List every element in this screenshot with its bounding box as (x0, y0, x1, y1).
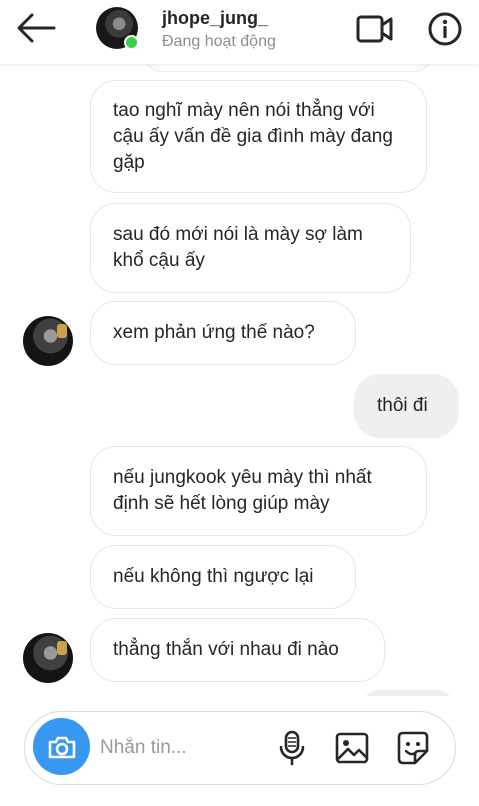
message-bubble[interactable]: nếu không thì ngược lại (90, 545, 356, 609)
message-list[interactable]: tao nghĩ mày nên nói thẳng với cậu ấy vấ… (0, 0, 479, 806)
sticker-button[interactable] (395, 729, 431, 767)
message-text: sau đó mới nói là mày sợ làm khổ cậu ấy (113, 224, 363, 271)
online-status-dot (124, 35, 139, 50)
sender-avatar[interactable] (23, 316, 73, 366)
message-bubble[interactable]: xem phản ứng thế nào? (90, 301, 356, 365)
message-input[interactable] (100, 733, 265, 763)
message-bubble[interactable]: sau đó mới nói là mày sợ làm khổ cậu ấy (90, 203, 411, 293)
message-text: xem phản ứng thế nào? (113, 322, 315, 343)
message-text: nếu không thì ngược lại (113, 566, 314, 587)
message-text: thẳng thắn với nhau đi nào (113, 639, 339, 660)
info-icon (428, 12, 462, 46)
contact-username[interactable]: jhope_jung_ (162, 8, 268, 29)
message-bubble[interactable]: tao nghĩ mày nên nói thẳng với cậu ấy vấ… (90, 80, 427, 193)
image-icon (335, 732, 369, 764)
message-text: nếu jungkook yêu mày thì nhất định sẽ hế… (113, 467, 372, 514)
sender-avatar[interactable] (23, 633, 73, 683)
message-text: thôi đi (377, 395, 428, 416)
video-call-button[interactable] (355, 13, 395, 45)
dm-chat-screen: tao nghĩ mày nên nói thẳng với cậu ấy vấ… (0, 0, 479, 806)
back-arrow-icon (17, 13, 56, 43)
sent-message-bubble[interactable]: thôi đi (354, 374, 459, 438)
chat-header: jhope_jung_ Đang hoạt động (0, 0, 479, 64)
microphone-icon (279, 730, 305, 766)
message-bubble[interactable]: thẳng thắn với nhau đi nào (90, 618, 385, 682)
message-bubble[interactable]: nếu jungkook yêu mày thì nhất định sẽ hế… (90, 446, 427, 536)
activity-status: Đang hoạt động (162, 33, 276, 50)
camera-button[interactable] (33, 718, 90, 775)
sticker-icon (397, 731, 429, 765)
camera-icon (48, 736, 75, 758)
video-call-icon (356, 15, 393, 43)
message-text: tao nghĩ mày nên nói thẳng với cậu ấy vấ… (113, 99, 393, 173)
back-button[interactable] (14, 10, 58, 46)
gallery-button[interactable] (334, 729, 370, 767)
voice-message-button[interactable] (274, 729, 310, 767)
info-button[interactable] (427, 11, 463, 47)
